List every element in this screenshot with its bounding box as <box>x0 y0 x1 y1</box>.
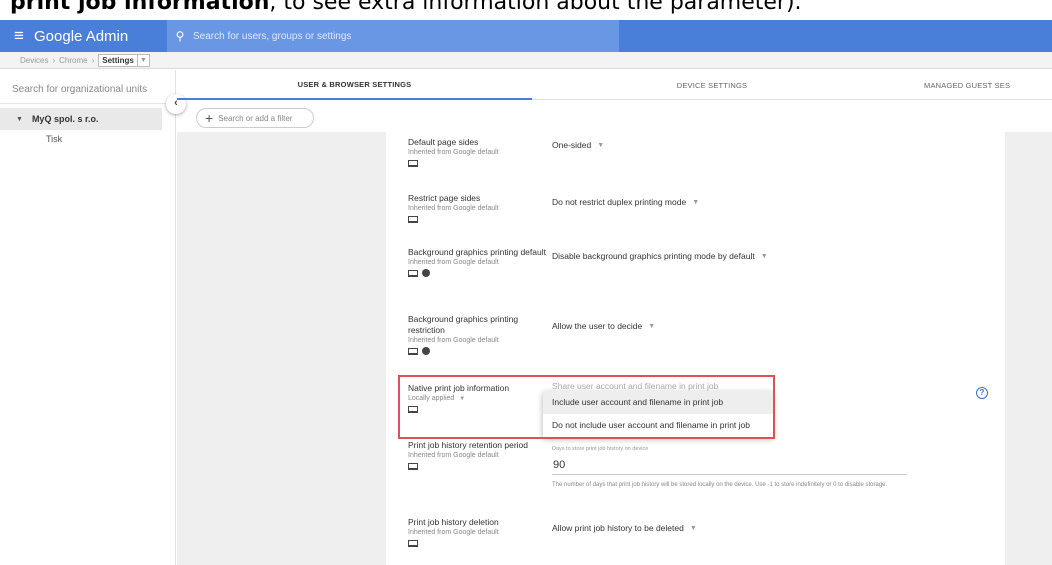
tab-user-browser-settings[interactable]: USER & BROWSER SETTINGS <box>177 70 532 100</box>
help-icon[interactable]: ? <box>976 387 988 399</box>
setting-value: Disable background graphics printing mod… <box>552 251 755 261</box>
dropdown-arrow-icon: ▼ <box>760 252 768 260</box>
globe-icon <box>422 269 430 277</box>
instruction-caption: print job information, to see extra info… <box>0 0 1052 20</box>
globe-icon <box>422 347 430 355</box>
laptop-icon <box>408 539 418 547</box>
setting-background-graphics-default: Background graphics printing default Inh… <box>408 247 548 278</box>
search-icon: ⚲ <box>175 29 185 43</box>
setting-restrict-page-sides: Restrict page sides Inherited from Googl… <box>408 193 548 224</box>
chevron-down-icon[interactable]: ▼ <box>137 53 150 67</box>
setting-source: Inherited from Google default <box>408 149 499 156</box>
setting-name: Print job history deletion <box>408 517 499 527</box>
laptop-icon <box>408 462 418 470</box>
retention-field-label: Days to store print job history on devic… <box>552 446 649 452</box>
plus-icon: + <box>205 110 214 126</box>
org-unit-name: MyQ spol. s r.o. <box>31 114 99 124</box>
annotation-highlight-box <box>398 375 775 439</box>
brand-title[interactable]: Google Admin <box>34 28 164 45</box>
search-placeholder: Search for users, groups or settings <box>193 30 352 42</box>
setting-value: Do not restrict duplex printing mode <box>552 197 687 207</box>
setting-name: Background graphics printing restriction <box>408 314 519 335</box>
setting-default-page-sides: Default page sides Inherited from Google… <box>408 137 548 168</box>
org-unit-sidebar: Search for organizational units ▼ MyQ sp… <box>0 70 176 565</box>
global-search[interactable]: ⚲ Search for users, groups or settings <box>167 20 619 52</box>
laptop-icon <box>408 159 418 167</box>
setting-source: Inherited from Google default <box>408 337 499 344</box>
menu-icon[interactable]: ≡ <box>4 26 34 46</box>
org-unit-child[interactable]: Tisk <box>46 134 62 144</box>
expand-icon[interactable]: ▼ <box>16 116 23 123</box>
filter-chip[interactable]: + Search or add a filter <box>196 108 314 128</box>
setting-name: Default page sides <box>408 137 479 147</box>
org-unit-search[interactable]: Search for organizational units <box>0 70 175 104</box>
setting-value: Allow the user to decide <box>552 321 643 331</box>
dropdown-arrow-icon: ▼ <box>692 198 700 206</box>
top-bar: ≡ Google Admin ⚲ Search for users, group… <box>0 20 1052 52</box>
dropdown-arrow-icon: ▼ <box>597 141 605 149</box>
setting-value-print-job-history-deletion[interactable]: Allow print job history to be deleted ▼ <box>552 523 697 533</box>
setting-value: One-sided <box>552 140 592 150</box>
setting-value: Allow print job history to be deleted <box>552 523 684 533</box>
chevron-right-icon: › <box>91 55 95 65</box>
breadcrumb-devices[interactable]: Devices <box>20 56 48 65</box>
tab-device-settings[interactable]: DEVICE SETTINGS <box>532 70 892 100</box>
org-unit-root[interactable]: ▼ MyQ spol. s r.o. <box>0 108 162 130</box>
setting-background-graphics-restriction: Background graphics printing restriction… <box>408 314 548 356</box>
setting-name: Background graphics printing default <box>408 247 546 257</box>
setting-print-job-history-deletion: Print job history deletion Inherited fro… <box>408 517 548 548</box>
setting-source: Inherited from Google default <box>408 529 499 536</box>
setting-source: Inherited from Google default <box>408 205 499 212</box>
setting-value-restrict-page-sides[interactable]: Do not restrict duplex printing mode ▼ <box>552 197 699 207</box>
breadcrumb-settings[interactable]: Settings <box>98 53 138 67</box>
filter-label: Search or add a filter <box>218 113 293 123</box>
caption-bold: print job information <box>10 0 270 15</box>
caption-rest: , to see extra information about the par… <box>269 0 802 15</box>
breadcrumb: Devices › Chrome › Settings ▼ <box>0 52 1052 69</box>
breadcrumb-chrome[interactable]: Chrome <box>59 56 87 65</box>
setting-value-default-page-sides[interactable]: One-sided ▼ <box>552 140 604 150</box>
setting-value-background-graphics-restriction[interactable]: Allow the user to decide ▼ <box>552 321 655 331</box>
chevron-right-icon: › <box>52 55 56 65</box>
tab-managed-guest-sessions[interactable]: MANAGED GUEST SES <box>892 70 1052 100</box>
retention-days-input[interactable]: 90 <box>552 455 907 475</box>
setting-source: Inherited from Google default <box>408 259 499 266</box>
setting-name: Restrict page sides <box>408 193 481 203</box>
setting-name: Print job history retention period <box>408 440 529 450</box>
setting-value-background-graphics-default[interactable]: Disable background graphics printing mod… <box>552 251 768 261</box>
laptop-icon <box>408 347 418 355</box>
settings-tabs: USER & BROWSER SETTINGS DEVICE SETTINGS … <box>177 70 1052 100</box>
setting-print-job-history-retention: Print job history retention period Inher… <box>408 440 548 471</box>
dropdown-arrow-icon: ▼ <box>689 524 697 532</box>
laptop-icon <box>408 215 418 223</box>
setting-source: Inherited from Google default <box>408 452 499 459</box>
dropdown-arrow-icon: ▼ <box>648 322 656 330</box>
retention-help-text: The number of days that print job histor… <box>552 482 888 488</box>
laptop-icon <box>408 269 418 277</box>
